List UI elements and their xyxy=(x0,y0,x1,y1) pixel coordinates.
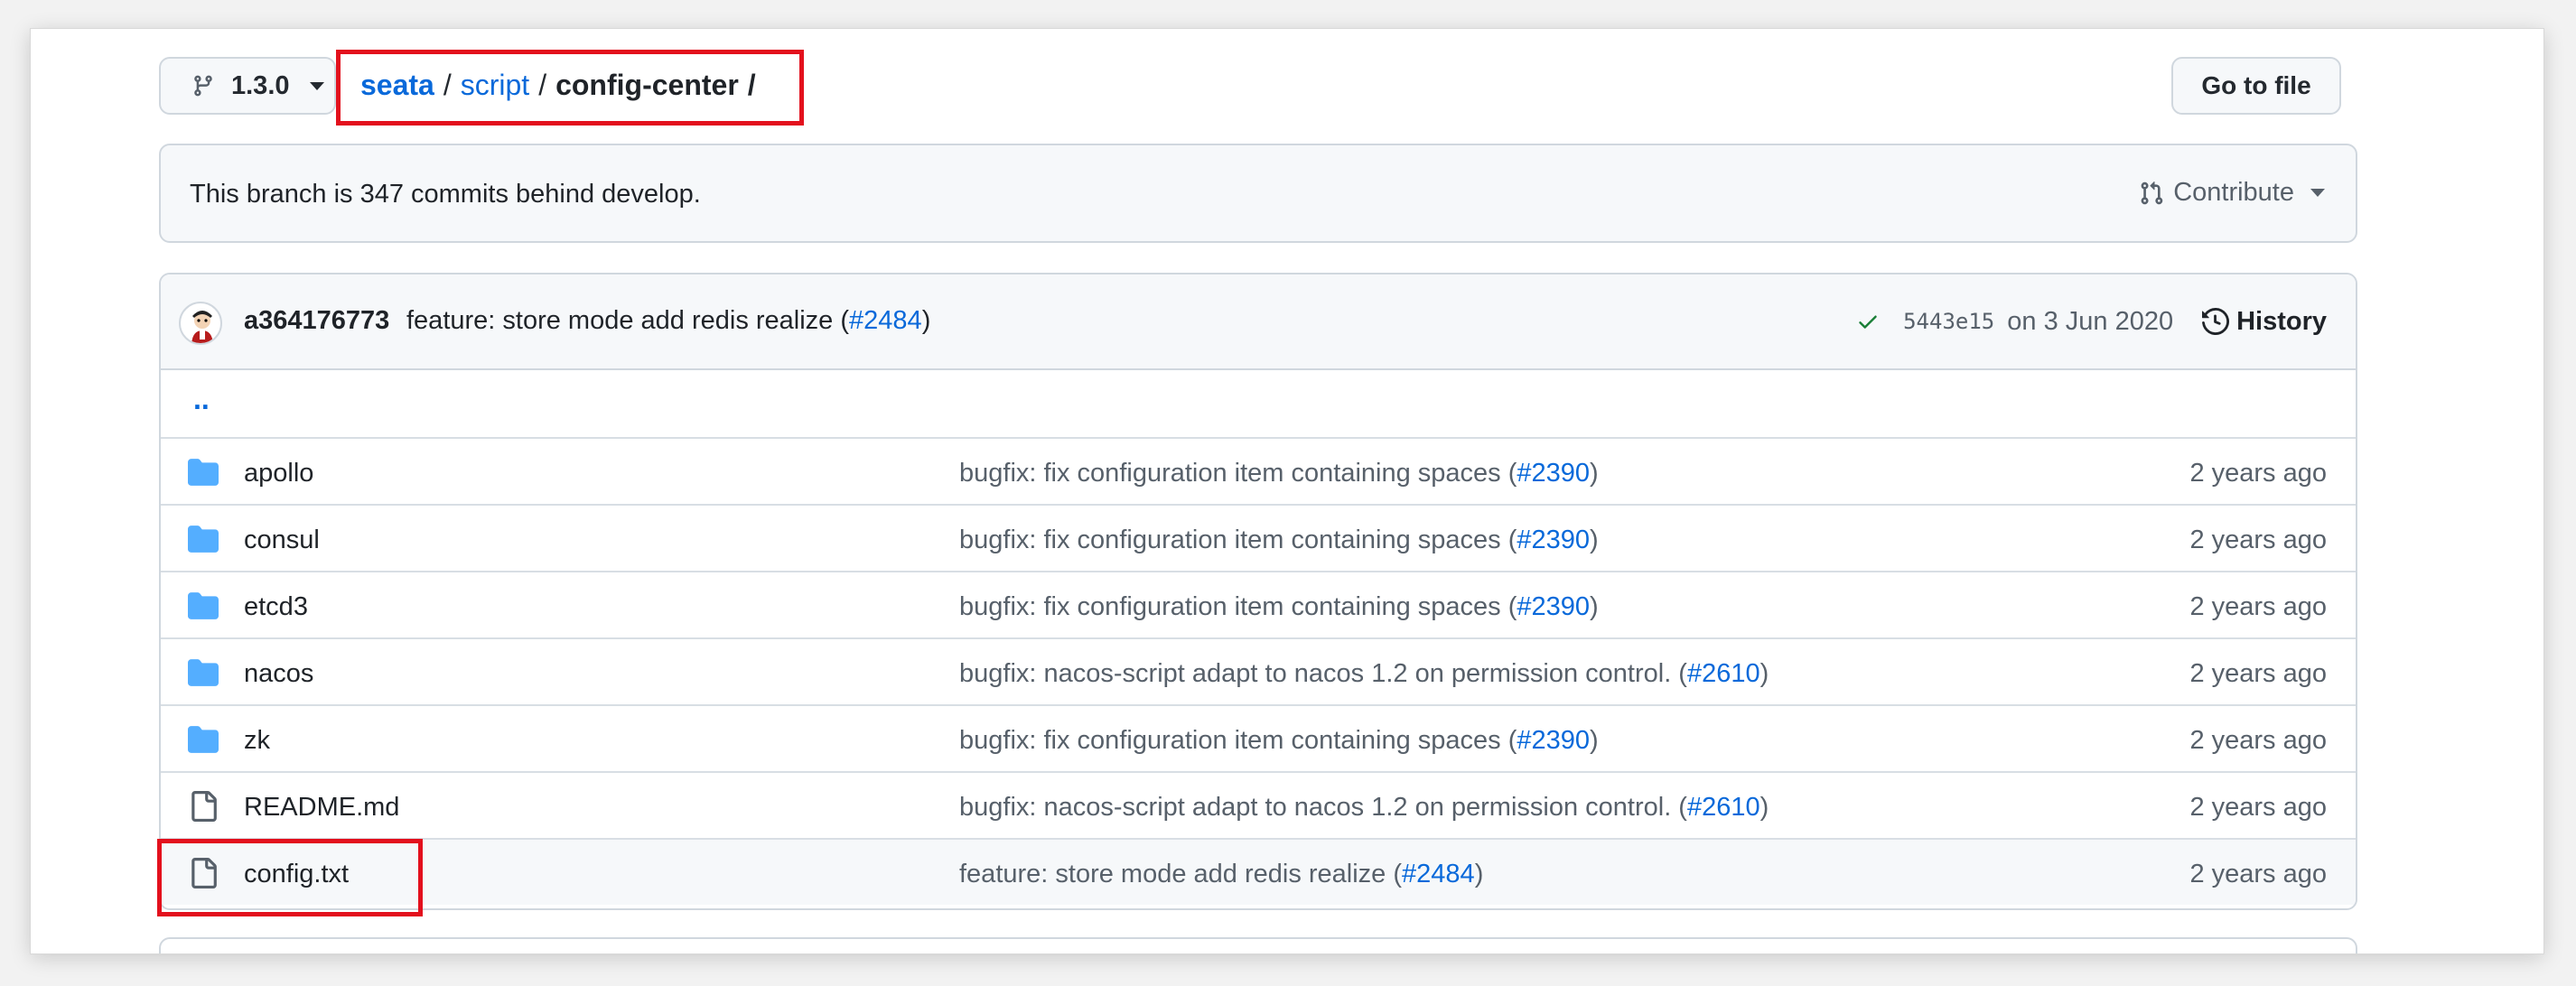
file-commit-message: bugfix: nacos-script adapt to nacos 1.2 … xyxy=(959,793,1769,823)
file-commit-message-end: ) xyxy=(1590,726,1599,755)
breadcrumb-separator: / xyxy=(538,68,547,101)
breadcrumb-current: config-center xyxy=(555,68,739,101)
config-file-highlight-box xyxy=(157,839,423,916)
readme-card xyxy=(159,937,2357,953)
file-commit-age: 2 years ago xyxy=(2189,526,2327,554)
file-name-link[interactable]: zk xyxy=(244,726,270,756)
commit-message-end: ) xyxy=(921,306,931,335)
table-row[interactable]: zk bugfix: fix configuration item contai… xyxy=(161,704,2356,771)
file-commit-pr-link[interactable]: #2610 xyxy=(1687,793,1760,822)
commit-message-text[interactable]: feature: store mode add redis realize ( xyxy=(406,306,849,335)
file-commit-age: 2 years ago xyxy=(2189,860,2327,888)
file-commit-message-text[interactable]: bugfix: fix configuration item containin… xyxy=(959,459,1517,488)
breadcrumb-repo-link[interactable]: seata xyxy=(360,69,434,102)
table-row[interactable]: README.md bugfix: nacos-script adapt to … xyxy=(161,771,2356,838)
file-commit-pr-link[interactable]: #2390 xyxy=(1517,726,1590,755)
table-row[interactable]: nacos bugfix: nacos-script adapt to naco… xyxy=(161,637,2356,704)
file-commit-pr-link[interactable]: #2484 xyxy=(1402,860,1475,888)
file-commit-message-end: ) xyxy=(1759,659,1769,688)
branch-status-bar: This branch is 347 commits behind develo… xyxy=(159,144,2357,243)
file-list: a364176773 feature: store mode add redis… xyxy=(159,273,2357,910)
file-commit-message-end: ) xyxy=(1590,526,1599,554)
browser-window: 1.3.0 seata / script / config-center / G… xyxy=(31,29,2543,953)
file-name-link[interactable]: etcd3 xyxy=(244,592,308,622)
avatar[interactable] xyxy=(179,302,222,345)
folder-icon xyxy=(188,726,219,753)
breadcrumb-separator: / xyxy=(747,68,756,101)
file-commit-message-end: ) xyxy=(1474,860,1484,888)
contribute-label: Contribute xyxy=(2173,178,2294,207)
check-icon[interactable] xyxy=(1856,310,1880,333)
history-label: History xyxy=(2236,306,2327,336)
chevron-down-icon xyxy=(309,81,324,90)
file-commit-message: bugfix: fix configuration item containin… xyxy=(959,459,1599,488)
file-commit-age: 2 years ago xyxy=(2189,592,2327,621)
history-link[interactable]: History xyxy=(2202,307,2327,337)
file-commit-pr-link[interactable]: #2390 xyxy=(1517,459,1590,488)
file-commit-pr-link[interactable]: #2390 xyxy=(1517,526,1590,554)
commit-meta: 5443e15 on 3 Jun 2020 History xyxy=(1856,303,2327,340)
contribute-button[interactable]: Contribute xyxy=(2139,178,2325,208)
file-commit-pr-link[interactable]: #2610 xyxy=(1687,659,1760,688)
table-row[interactable]: apollo bugfix: fix configuration item co… xyxy=(161,437,2356,504)
chevron-down-icon xyxy=(2310,189,2325,197)
breadcrumb: seata / script / config-center / xyxy=(360,65,756,105)
commit-sha-link[interactable]: 5443e15 xyxy=(1903,309,1994,334)
file-name-link[interactable]: apollo xyxy=(244,459,313,488)
commit-author-link[interactable]: a364176773 xyxy=(244,306,389,336)
branch-selector-button[interactable]: 1.3.0 xyxy=(159,57,336,115)
file-commit-message: bugfix: fix configuration item containin… xyxy=(959,526,1599,555)
folder-icon xyxy=(188,459,219,486)
file-commit-message: bugfix: nacos-script adapt to nacos 1.2 … xyxy=(959,659,1769,689)
file-commit-message-text[interactable]: bugfix: nacos-script adapt to nacos 1.2 … xyxy=(959,793,1687,822)
file-commit-message: bugfix: fix configuration item containin… xyxy=(959,726,1599,756)
file-commit-message: bugfix: fix configuration item containin… xyxy=(959,592,1599,622)
file-commit-message-text[interactable]: bugfix: fix configuration item containin… xyxy=(959,526,1517,554)
file-commit-message-end: ) xyxy=(1590,459,1599,488)
git-pull-request-icon xyxy=(2141,181,2163,204)
file-commit-message-text[interactable]: bugfix: nacos-script adapt to nacos 1.2 … xyxy=(959,659,1687,688)
file-commit-message-text[interactable]: bugfix: fix configuration item containin… xyxy=(959,726,1517,755)
file-name-link[interactable]: README.md xyxy=(244,793,399,823)
file-commit-message-end: ) xyxy=(1759,793,1769,822)
file-commit-age: 2 years ago xyxy=(2189,726,2327,755)
commit-pr-link[interactable]: #2484 xyxy=(849,306,922,335)
folder-icon xyxy=(188,526,219,553)
table-row[interactable]: etcd3 bugfix: fix configuration item con… xyxy=(161,571,2356,637)
file-icon xyxy=(191,791,217,822)
branch-name: 1.3.0 xyxy=(231,70,290,100)
file-commit-age: 2 years ago xyxy=(2189,793,2327,822)
breadcrumb-folder-link[interactable]: script xyxy=(461,69,529,102)
parent-directory-row[interactable]: .. xyxy=(161,370,2356,437)
file-name-link[interactable]: nacos xyxy=(244,659,313,689)
folder-icon xyxy=(188,659,219,686)
commit-message: feature: store mode add redis realize (#… xyxy=(406,306,930,336)
file-commit-message-text[interactable]: feature: store mode add redis realize ( xyxy=(959,860,1402,888)
folder-icon xyxy=(188,592,219,619)
git-branch-icon xyxy=(194,75,212,97)
file-commit-message-end: ) xyxy=(1590,592,1599,621)
file-commit-age: 2 years ago xyxy=(2189,659,2327,688)
latest-commit-bar: a364176773 feature: store mode add redis… xyxy=(161,274,2356,370)
table-row[interactable]: config.txt feature: store mode add redis… xyxy=(161,838,2356,905)
breadcrumb-separator: / xyxy=(443,68,452,101)
file-name-link[interactable]: consul xyxy=(244,526,320,555)
file-commit-message: feature: store mode add redis realize (#… xyxy=(959,860,1483,889)
file-commit-pr-link[interactable]: #2390 xyxy=(1517,592,1590,621)
branch-status-message: This branch is 347 commits behind develo… xyxy=(190,180,701,209)
history-icon xyxy=(2202,308,2230,335)
file-commit-age: 2 years ago xyxy=(2189,459,2327,488)
table-row[interactable]: consul bugfix: fix configuration item co… xyxy=(161,504,2356,571)
parent-directory-link[interactable]: .. xyxy=(193,383,210,416)
commit-date: on 3 Jun 2020 xyxy=(2007,306,2174,336)
file-commit-message-text[interactable]: bugfix: fix configuration item containin… xyxy=(959,592,1517,621)
go-to-file-button[interactable]: Go to file xyxy=(2171,57,2341,115)
